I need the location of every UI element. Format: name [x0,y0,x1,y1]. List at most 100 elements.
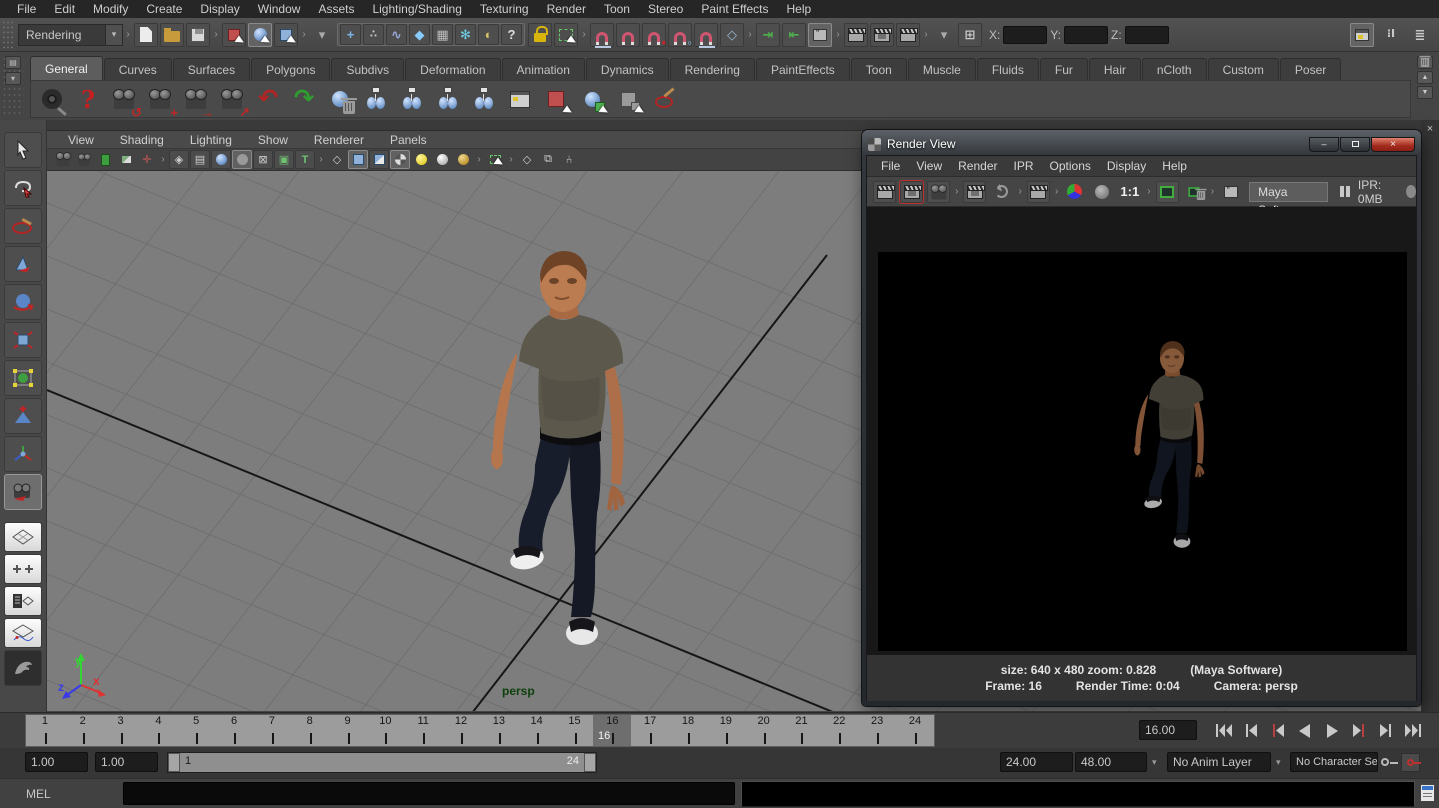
make-live-button[interactable]: ◇ [720,23,744,47]
film-gate-button[interactable]: ◈ [169,150,189,169]
safe-title-button[interactable]: T [295,150,315,169]
select-hierarchy-shelf-button[interactable] [539,82,573,116]
mask-dynamics-button[interactable]: ✻ [455,24,476,45]
shelf-tab[interactable]: Hair [1089,58,1141,80]
frame-cell[interactable]: 17 [631,715,669,746]
current-frame-marker[interactable]: 16 [598,730,610,742]
paint-selection-shelf-button[interactable] [647,82,681,116]
four-pane-layout-button[interactable] [4,554,42,584]
film-magnifier-button[interactable] [35,82,69,116]
show-attribute-editor-button[interactable] [1350,23,1374,47]
step-forward-key-button[interactable] [1347,718,1371,743]
frame-cell[interactable]: 4 [139,715,177,746]
select-component-shelf-button[interactable] [611,82,645,116]
chevron-down-icon[interactable]: ▾ [1152,757,1157,768]
section-collapser[interactable]: › [833,24,843,46]
menu-item[interactable]: Window [249,0,310,18]
open-render-settings-button[interactable] [1219,181,1242,203]
snap-point-button[interactable]: • [642,23,666,47]
display-alpha-button[interactable] [1090,181,1113,203]
render-current-frame-button[interactable] [844,23,868,47]
shelf-dropdown-button[interactable]: ▾ [5,72,21,85]
scale-tool-button[interactable] [4,322,42,358]
frame-cell[interactable]: 6 [215,715,253,746]
camera-tumble-button[interactable]: ↺ [107,82,141,116]
section-collapser[interactable]: › [158,149,168,171]
menu-set-selector[interactable]: Rendering ▾ [18,24,123,46]
mask-misc-button[interactable]: ? [501,24,522,45]
input-connections-button[interactable]: ⇥ [756,23,780,47]
menu-item[interactable]: Modify [84,0,137,18]
shelf-tab[interactable]: nCloth [1142,58,1207,80]
two-d-pan-zoom-button[interactable]: ✛ [137,150,157,169]
persp-graph-layout-button[interactable] [4,618,42,648]
paint-select-tool-button[interactable] [4,208,42,244]
display-rgb-button[interactable] [1063,181,1086,203]
wireframe-mode-button[interactable]: ◇ [327,150,347,169]
gate-mask-button[interactable] [211,150,231,169]
frame-cell[interactable]: 11 [404,715,442,746]
chevron-down-icon[interactable]: ▾ [106,24,123,46]
redo-previous-render-button[interactable] [873,181,896,203]
rendered-image[interactable] [878,252,1407,651]
highlight-selection-vp-button[interactable] [485,150,505,169]
show-tool-settings-button[interactable]: ⁝Ⅰ [1379,23,1403,47]
isolate-select-button[interactable]: ◇ [517,150,537,169]
menu-item[interactable]: Display [191,0,248,18]
menu-item[interactable]: Paint Effects [692,0,777,18]
mask-curves-button[interactable]: ∿ [386,24,407,45]
output-connections-button[interactable]: ⇤ [782,23,806,47]
section-collapser[interactable]: › [299,24,309,46]
bookmark-button[interactable] [95,150,115,169]
step-back-key-button[interactable] [1266,718,1290,743]
shelf-tab[interactable]: Fur [1040,58,1088,80]
step-back-frame-button[interactable] [1239,718,1263,743]
frame-cell[interactable]: 23 [858,715,896,746]
save-scene-button[interactable] [186,23,210,47]
shelf-tab[interactable]: Animation [502,58,585,80]
update-shading-region-button[interactable] [1027,181,1050,203]
mask-points-button[interactable]: ∴ [363,24,384,45]
shelf-tab[interactable]: Poser [1280,58,1341,80]
range-start-handle[interactable] [168,753,180,772]
viewport-menu-item[interactable]: Shading [107,133,177,147]
menu-item[interactable]: Assets [309,0,363,18]
snap-grid-button[interactable] [590,23,614,47]
duplicate-view-button[interactable]: ⧉ [538,150,558,169]
select-camera-button[interactable] [53,150,73,169]
section-collapser[interactable]: › [745,24,755,46]
go-to-start-button[interactable] [1212,718,1236,743]
snapshot-button[interactable] [927,181,950,203]
camera-zoom-button[interactable]: ↗ [215,82,249,116]
shelf-tab[interactable]: Deformation [405,58,500,80]
section-collapser[interactable]: › [316,149,326,171]
coord-entry-dropdown[interactable]: ▾ [932,23,956,47]
step-forward-frame-button[interactable] [1374,718,1398,743]
menu-item[interactable]: Render [538,0,595,18]
show-manipulator-button[interactable] [4,436,42,472]
frame-cell[interactable]: 9 [329,715,367,746]
frame-cell[interactable]: 7 [253,715,291,746]
textured-mode-button[interactable] [369,150,389,169]
z-coordinate-field[interactable] [1125,26,1169,44]
shelf-tab[interactable]: Muscle [908,58,976,80]
frame-cell[interactable]: 19 [707,715,745,746]
hypergraph-button[interactable] [503,82,537,116]
shaded-mode-button[interactable] [348,150,368,169]
shelf-tab[interactable]: Subdivs [331,58,404,80]
menu-item[interactable]: Edit [45,0,84,18]
joint-tool-button[interactable] [359,82,393,116]
menu-item[interactable]: File [8,0,45,18]
frame-cell[interactable]: 1 [26,715,64,746]
command-input[interactable] [123,782,735,805]
open-scene-button[interactable] [160,23,184,47]
frame-cell[interactable]: 24 [896,715,934,746]
command-language-toggle[interactable]: MEL [26,787,51,801]
chevron-down-icon[interactable]: ▾ [1276,757,1281,768]
shelf-tab[interactable]: Surfaces [173,58,250,80]
script-editor-icon[interactable] [1420,784,1435,802]
section-collapser[interactable]: › [579,24,589,46]
frame-cell[interactable]: 2 [64,715,102,746]
render-view-menu-item[interactable]: IPR [1006,159,1042,173]
refresh-ipr-button[interactable] [990,181,1013,203]
